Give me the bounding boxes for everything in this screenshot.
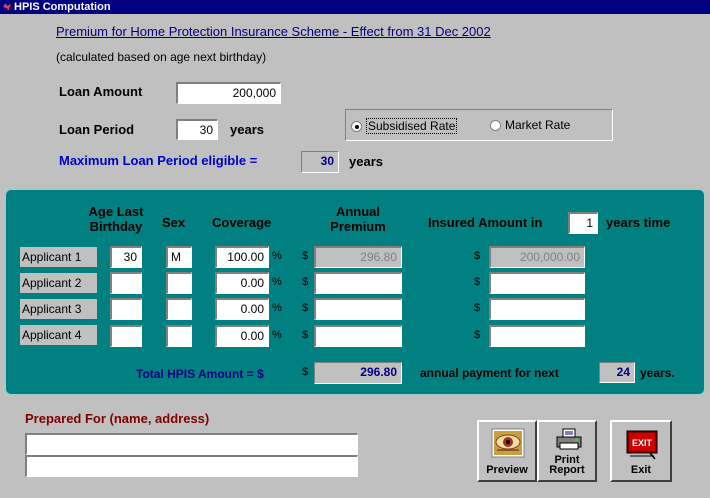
- applicant-1-insured-field: 200,000.00: [489, 246, 585, 268]
- annual-payment-label: annual payment for next: [420, 366, 559, 380]
- applicant-2-premium-field: [314, 272, 402, 294]
- insured-header-prefix: Insured Amount in: [428, 215, 543, 230]
- applicant-4-coverage-input[interactable]: 0.00: [215, 325, 269, 347]
- applicant-2-label: Applicant 2: [20, 273, 97, 293]
- loan-period-input[interactable]: 30: [176, 119, 218, 140]
- applicant-1-sex-input[interactable]: M: [166, 246, 192, 268]
- applicant-4-insured-dollar: $: [474, 329, 481, 341]
- report-label: Report: [549, 464, 585, 476]
- applicant-1-insured-dollar: $: [474, 250, 481, 262]
- applicant-3-coverage-input[interactable]: 0.00: [215, 298, 269, 320]
- applicant-4-insured-field: [489, 325, 585, 347]
- subsidised-rate-label: Subsidised Rate: [366, 118, 458, 134]
- applicant-1-premium-dollar: $: [302, 250, 309, 262]
- app-icon: [2, 2, 12, 12]
- applicant-3-premium-dollar: $: [302, 302, 309, 314]
- applicant-1-percent: %: [272, 250, 282, 262]
- applicant-4-label: Applicant 4: [20, 325, 97, 345]
- applicant-1-premium-field: 296.80: [314, 246, 402, 268]
- applicant-2-insured-field: [489, 272, 585, 294]
- preview-eye-icon: [491, 428, 525, 458]
- applicant-2-coverage-input[interactable]: 0.00: [215, 272, 269, 294]
- payment-years-value: 24: [599, 362, 635, 383]
- applicant-4-premium-field: [314, 325, 402, 347]
- applicant-3-sex-input[interactable]: [166, 298, 192, 320]
- total-dollar: $: [302, 366, 309, 378]
- loan-amount-input[interactable]: 200,000: [176, 82, 281, 104]
- insured-header-suffix: years time: [606, 215, 671, 230]
- radio-unselected-icon: [490, 119, 501, 131]
- total-hpis-value: 296.80: [314, 362, 402, 384]
- insured-years-input[interactable]: 1: [568, 212, 598, 234]
- exit-sign-icon: EXIT: [626, 430, 658, 460]
- applicant-4-age-input[interactable]: [110, 325, 142, 347]
- page-heading: Premium for Home Protection Insurance Sc…: [56, 24, 491, 39]
- preview-button[interactable]: Preview: [477, 420, 537, 482]
- applicant-2-age-input[interactable]: [110, 272, 142, 294]
- prepared-for-line-2[interactable]: [25, 455, 358, 477]
- subsidised-rate-radio[interactable]: Subsidised Rate: [351, 118, 458, 134]
- applicant-3-premium-field: [314, 298, 402, 320]
- applicant-3-label: Applicant 3: [20, 299, 97, 319]
- market-rate-label: Market Rate: [505, 118, 571, 132]
- loan-amount-label: Loan Amount: [59, 84, 143, 99]
- preview-label: Preview: [486, 464, 528, 476]
- applicant-3-insured-field: [489, 298, 585, 320]
- applicant-3-percent: %: [272, 302, 282, 314]
- applicant-3-insured-dollar: $: [474, 302, 481, 314]
- applicant-1-coverage-input[interactable]: 100.00: [215, 246, 269, 268]
- applicant-3-age-input[interactable]: [110, 298, 142, 320]
- applicant-2-premium-dollar: $: [302, 276, 309, 288]
- prepared-for-line-1[interactable]: [25, 433, 358, 455]
- coverage-header: Coverage: [212, 215, 272, 230]
- max-loan-period-label: Maximum Loan Period eligible =: [59, 153, 258, 168]
- exit-label: Exit: [630, 464, 652, 476]
- applicant-1-label: Applicant 1: [20, 247, 97, 267]
- market-rate-radio[interactable]: Market Rate: [490, 118, 570, 132]
- loan-period-label: Loan Period: [59, 122, 135, 137]
- premium-header: Annual Premium: [330, 204, 386, 234]
- window-title-bar[interactable]: HPIS Computation: [0, 0, 710, 14]
- loan-period-unit: years: [230, 122, 264, 137]
- applicant-2-percent: %: [272, 276, 282, 288]
- sex-header: Sex: [162, 215, 186, 230]
- calculation-note: (calculated based on age next birthday): [56, 50, 267, 64]
- radio-selected-icon: [351, 120, 362, 132]
- applicant-4-premium-dollar: $: [302, 329, 309, 341]
- applicant-2-insured-dollar: $: [474, 276, 481, 288]
- prepared-for-label: Prepared For (name, address): [25, 411, 210, 426]
- applicant-2-sex-input[interactable]: [166, 272, 192, 294]
- print-report-button[interactable]: Print Report: [537, 420, 597, 482]
- total-hpis-label: Total HPIS Amount = $: [136, 367, 264, 381]
- applicant-4-percent: %: [272, 329, 282, 341]
- max-loan-period-unit: years: [349, 154, 383, 169]
- applicant-1-age-input[interactable]: 30: [110, 246, 142, 268]
- applicant-4-sex-input[interactable]: [166, 325, 192, 347]
- exit-sign-text: EXIT: [632, 438, 653, 448]
- payment-years-suffix: years.: [640, 366, 675, 380]
- age-header: Age Last Birthday: [88, 204, 144, 234]
- exit-button[interactable]: EXIT Exit: [610, 420, 672, 482]
- window-title: HPIS Computation: [14, 1, 111, 13]
- printer-icon: [556, 428, 582, 450]
- max-loan-period-value: 30: [301, 151, 339, 173]
